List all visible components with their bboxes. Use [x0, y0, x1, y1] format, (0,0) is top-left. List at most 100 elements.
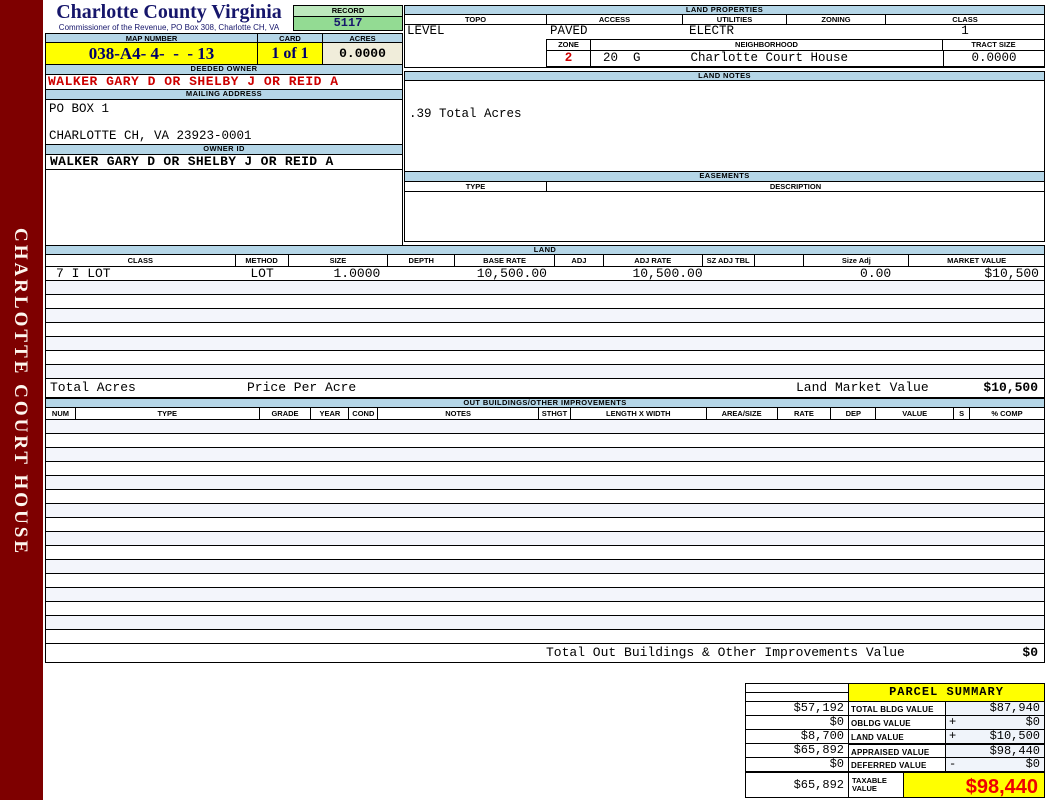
empty-row — [45, 337, 1045, 351]
label-appraised: APPRAISED VALUE — [849, 743, 946, 758]
land-market-value-label: Land Market Value — [796, 380, 929, 395]
summary-row-taxable: $65,892 TAXABLE VALUE $98,440 — [746, 771, 1044, 798]
summary-row-total-bldg: $57,192 TOTAL BLDG VALUE $87,940 — [746, 702, 1044, 716]
summary-prior-header-cell — [746, 684, 849, 702]
ob-col-rate: RATE — [778, 408, 832, 419]
property-record-card: CHARLOTTE COURT HOUSE Charlotte County V… — [0, 0, 1050, 800]
value-land: + $10,500 — [946, 730, 1044, 744]
ob-col-dep: DEP — [831, 408, 877, 419]
zone-codes: 20 G — [603, 51, 641, 65]
empty-row — [45, 518, 1045, 532]
op-obldg: + — [949, 715, 957, 729]
out-buildings-section: OUT BUILDINGS/OTHER IMPROVEMENTS NUM TYP… — [45, 398, 1045, 663]
empty-row — [45, 574, 1045, 588]
land-notes-body: .39 Total Acres — [404, 81, 1045, 172]
land-properties-bar: LAND PROPERTIES — [404, 5, 1045, 15]
zone-neighborhood-box: ZONE NEIGHBORHOOD TRACT SIZE 2 20 G Charl… — [546, 39, 1044, 67]
land-adj-rate-value: 10,500.00 — [632, 266, 703, 281]
ob-total-label: Total Out Buildings & Other Improvements… — [546, 645, 905, 660]
empty-row — [45, 309, 1045, 323]
address-line2: CHARLOTTE CH, VA 23923-0001 — [49, 129, 252, 143]
land-col-adj: ADJ — [555, 255, 604, 266]
summary-row-appraised: $65,892 APPRAISED VALUE $98,440 — [746, 743, 1044, 758]
label-deferred: DEFERRED VALUE — [849, 758, 946, 772]
land-sz-adj-tbl-value — [703, 267, 755, 280]
easements-bar: EASEMENTS — [404, 171, 1045, 182]
label-total-bldg: TOTAL BLDG VALUE — [849, 702, 946, 716]
mailing-address-bar: MAILING ADDRESS — [45, 89, 403, 100]
label-taxable: TAXABLE VALUE — [849, 771, 904, 797]
record-value: 5117 — [293, 17, 403, 31]
empty-row — [45, 462, 1045, 476]
address-line1: PO BOX 1 — [49, 102, 110, 116]
value-obldg: + $0 — [946, 716, 1044, 730]
value-deferred: - $0 — [946, 758, 1044, 772]
tract-size-label: TRACT SIZE — [971, 40, 1016, 49]
land-base-rate-value: 10,500.00 — [476, 266, 547, 281]
summary-row-land: $8,700 LAND VALUE + $10,500 — [746, 730, 1044, 744]
land-market-value-total: $10,500 — [983, 380, 1038, 395]
land-properties-block: LAND PROPERTIES TOPO ACCESS UTILITIES ZO… — [404, 5, 1045, 242]
land-col-base-rate: BASE RATE — [455, 255, 555, 266]
topo-label: TOPO — [405, 15, 547, 24]
empty-row — [45, 490, 1045, 504]
value-appraised: $98,440 — [946, 743, 1044, 758]
summary-row-obldg: $0 OBLDG VALUE + $0 — [746, 716, 1044, 730]
land-class-value: 7 I LOT — [56, 266, 111, 281]
zone-value: 2 — [547, 51, 591, 66]
price-per-acre-label: Price Per Acre — [247, 380, 357, 395]
label-obldg: OBLDG VALUE — [849, 716, 946, 730]
land-col-method: METHOD — [236, 255, 289, 266]
header-block: Charlotte County Virginia Commissioner o… — [45, 2, 403, 246]
utilities-label: UTILITIES — [683, 15, 787, 24]
prior-appraised: $65,892 — [746, 744, 849, 758]
ob-total-value: $0 — [1022, 645, 1038, 660]
out-buildings-bar: OUT BUILDINGS/OTHER IMPROVEMENTS — [45, 398, 1045, 408]
empty-row — [45, 616, 1045, 630]
ob-col-length-width: LENGTH X WIDTH — [571, 408, 707, 419]
land-empty-rows — [45, 281, 1045, 379]
district-sidebar: CHARLOTTE COURT HOUSE — [0, 0, 43, 800]
land-col-size-adj: Size Adj — [804, 255, 910, 266]
empty-row — [45, 295, 1045, 309]
map-card-acres-header: MAP NUMBER CARD ACRES — [45, 33, 403, 43]
land-col-depth: DEPTH — [388, 255, 456, 266]
topo-value: LEVEL — [407, 24, 445, 38]
land-col-gap — [755, 255, 805, 266]
ob-empty-rows — [45, 420, 1045, 644]
prior-taxable: $65,892 — [746, 771, 849, 797]
empty-row — [45, 351, 1045, 365]
map-number-value: 038-A4- 4- - - 13 — [46, 43, 258, 64]
empty-row — [45, 630, 1045, 644]
ob-col-sthgt: STHGT — [539, 408, 571, 419]
tract-size-value: 0.0000 — [943, 51, 1044, 66]
access-value: PAVED — [550, 24, 588, 38]
empty-row — [45, 532, 1045, 546]
land-market-value: $10,500 — [984, 266, 1039, 281]
easement-type-label: TYPE — [405, 182, 547, 191]
land-notes-bar: LAND NOTES — [404, 71, 1045, 81]
land-method-value: LOT — [250, 266, 274, 281]
land-depth-value — [388, 267, 455, 280]
prior-land: $8,700 — [746, 730, 849, 744]
land-size-adj-value: 0.00 — [860, 266, 892, 281]
class-value: 1 — [961, 24, 969, 38]
land-size-value: 1.0000 — [333, 266, 381, 281]
access-label: ACCESS — [547, 15, 683, 24]
neighborhood-name: Charlotte Court House — [690, 51, 849, 65]
val-land: $10,500 — [989, 729, 1040, 743]
val-obldg: $0 — [1025, 715, 1040, 729]
owner-id-value: WALKER GARY D OR SHELBY J OR REID A — [45, 155, 403, 170]
easement-description-label: DESCRIPTION — [769, 182, 822, 191]
record-box: RECORD 5117 — [293, 5, 403, 31]
ob-col-area-size: AREA/SIZE — [707, 408, 778, 419]
empty-row — [45, 323, 1045, 337]
utilities-value: ELECTR — [689, 24, 735, 38]
zone-label: ZONE — [547, 40, 591, 50]
land-col-sz-adj-tbl: SZ ADJ TBL — [703, 255, 755, 266]
ob-col-pct-comp: % COMP — [991, 409, 1023, 418]
land-section: LAND CLASS METHOD SIZE DEPTH BASE RATE A… — [45, 245, 1045, 398]
parcel-summary: PARCEL SUMMARY $57,192 TOTAL BLDG VALUE … — [745, 683, 1045, 798]
district-name-vertical: CHARLOTTE COURT HOUSE — [10, 228, 31, 557]
neighborhood-value: 20 G Charlotte Court House — [591, 51, 943, 66]
